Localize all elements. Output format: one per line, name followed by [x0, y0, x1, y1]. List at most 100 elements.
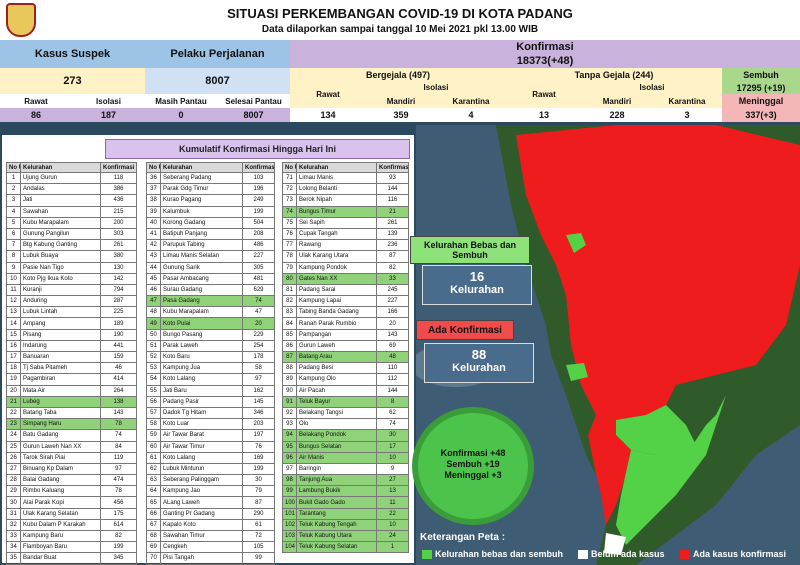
row-number: 12: [6, 295, 21, 308]
konfirmasi-count: 139: [376, 227, 409, 241]
row-number: 37: [146, 183, 161, 196]
suspek-label: Kasus Suspek: [0, 40, 145, 68]
kelurahan-name: Batipuh Panjang: [160, 227, 243, 241]
kelurahan-name: Berok Nipah: [296, 194, 377, 207]
table-header-row: No UrutKelurahanKonfirmasi: [282, 162, 409, 173]
konfirmasi-count: 196: [242, 183, 275, 196]
table-header-cell: Kelurahan: [160, 162, 243, 173]
kelurahan-name: Cupak Tangah: [296, 227, 377, 241]
suspek-isolasi-label: Isolasi: [72, 94, 145, 108]
konfirmasi-count: 119: [100, 451, 137, 464]
table-row: 71 Limau Manis 93: [282, 171, 409, 185]
kelurahan-name: Batang Taba: [20, 406, 101, 420]
selesai-pantau-value: 8007: [217, 108, 290, 122]
legend-item-belum: Belum ada kasus: [578, 549, 665, 560]
row-number: 3: [6, 194, 21, 207]
konfirmasi-count: 30: [376, 429, 409, 442]
row-number: 66: [146, 507, 161, 520]
kelurahan-name: Tanjung Aua: [296, 474, 377, 487]
table-row: 46 Surau Gadang 629: [146, 283, 275, 297]
table-row: 97 Baringin 9: [282, 462, 409, 476]
table-row: 43 Limau Manis Selatan 227: [146, 250, 275, 263]
table-row: 87 Batang Arau 48: [282, 350, 409, 364]
row-number: 47: [146, 295, 161, 308]
konfirmasi-count: 614: [100, 518, 137, 532]
table-row: 65 ALang Laweh 87: [146, 496, 275, 509]
virus-sembuh: Sembuh +19: [446, 459, 500, 469]
table-row: 33 Kampung Baru 82: [6, 529, 137, 543]
table-row: 13 Lubuk Lintah 225: [6, 306, 137, 319]
row-number: 24: [6, 429, 21, 442]
kelurahan-name: Koto Pjg Ikua Koto: [20, 272, 101, 285]
table-column-2: No UrutKelurahanKonfirmasi36Seberang Pad…: [146, 162, 275, 565]
row-number: 29: [6, 485, 21, 498]
table-row: 5 Kubu Marapalam 200: [6, 216, 137, 229]
row-number: 75: [282, 216, 297, 229]
konfirmasi-count: 82: [100, 529, 137, 543]
konfirmasi-count: 58: [242, 362, 275, 375]
row-number: 65: [146, 496, 161, 509]
row-number: 91: [282, 395, 297, 408]
kelurahan-name: Tarantang: [296, 507, 377, 520]
row-number: 19: [6, 373, 21, 386]
konfirmasi-count: 190: [100, 328, 137, 341]
table-row: 32 Kubu Dalam P Karakah 614: [6, 518, 137, 532]
konfirmasi-count: 345: [100, 552, 137, 565]
row-number: 8: [6, 250, 21, 263]
konfirmasi-count: 166: [376, 306, 409, 319]
row-number: 93: [282, 418, 297, 431]
row-number: 4: [6, 205, 21, 218]
konfirmasi-count: 84: [100, 440, 137, 453]
kelurahan-name: Padang Pasir: [160, 395, 243, 408]
konfirmasi-count: 87: [242, 496, 275, 509]
perjalanan-value: 8007: [145, 68, 290, 94]
table-row: 100 Bukit Gado Gado 11: [282, 496, 409, 509]
legend-title: Keterangan Peta :: [420, 532, 506, 543]
table-row: 24 Batu Gadang 74: [6, 429, 137, 442]
table-row: 8 Lubuk Buaya 380: [6, 250, 137, 263]
row-number: 40: [146, 216, 161, 229]
kelurahan-name: Batu Gadang: [20, 429, 101, 442]
kelurahan-name: Kapalo Koto: [160, 518, 243, 532]
legend-item-bebas-label: Kelurahan bebas dan sembuh: [435, 549, 564, 559]
table-header-row: No UrutKelurahanKonfirmasi: [146, 162, 275, 173]
table-row: 52 Koto Baru 178: [146, 350, 275, 364]
table-row: 36 Seberang Padang 103: [146, 171, 275, 185]
kelurahan-name: Mata Air: [20, 384, 101, 397]
kelurahan-name: Pagambiran: [20, 373, 101, 386]
table-row: 16 Indarung 441: [6, 339, 137, 353]
konfirmasi-count: 105: [242, 541, 275, 554]
row-number: 97: [282, 462, 297, 476]
kelurahan-name: Banuaran: [20, 350, 101, 364]
kelurahan-name: Balai Gadang: [20, 474, 101, 487]
kelurahan-name: Sawahan Timur: [160, 529, 243, 543]
tanpa-gejala-label: Tanpa Gejala (244): [506, 68, 722, 81]
konfirmasi-count: 116: [376, 194, 409, 207]
kelurahan-name: Lolong Belanti: [296, 183, 377, 196]
konfirmasi-count: 97: [242, 373, 275, 386]
row-number: 90: [282, 384, 297, 397]
kelurahan-name: Kubu Marapalam: [160, 306, 243, 319]
table-row: 54 Koto Lalang 97: [146, 373, 275, 386]
table-row: 51 Parak Laweh 254: [146, 339, 275, 353]
table-row: 88 Padang Besi 110: [282, 362, 409, 375]
row-number: 25: [6, 440, 21, 453]
kelurahan-name: Bandar Buat: [20, 552, 101, 565]
konfirmasi-count: 629: [242, 283, 275, 297]
kelurahan-name: Kalumbuk: [160, 205, 243, 218]
kelurahan-name: Koto Luar: [160, 418, 243, 431]
row-number: 46: [146, 283, 161, 297]
masih-pantau-value: 0: [145, 108, 217, 122]
table-row: 49 Koto Pulai 20: [146, 317, 275, 330]
kelurahan-name: Korong Gadang: [160, 216, 243, 229]
table-row: 79 Kampung Pondok 82: [282, 261, 409, 274]
table-row: 98 Tanjung Aua 27: [282, 474, 409, 487]
kelurahan-name: Limau Manis Selatan: [160, 250, 243, 263]
konfirmasi-count: 138: [100, 395, 137, 408]
kelurahan-name: Kurao Pagang: [160, 194, 243, 207]
konfirmasi-count: 103: [242, 171, 275, 185]
table-row: 31 Ulak Karang Selatan 175: [6, 507, 137, 520]
kelurahan-name: Koto Pulai: [160, 317, 243, 330]
konfirmasi-count: 10: [376, 451, 409, 464]
kelurahan-name: Pampangan: [296, 328, 377, 341]
